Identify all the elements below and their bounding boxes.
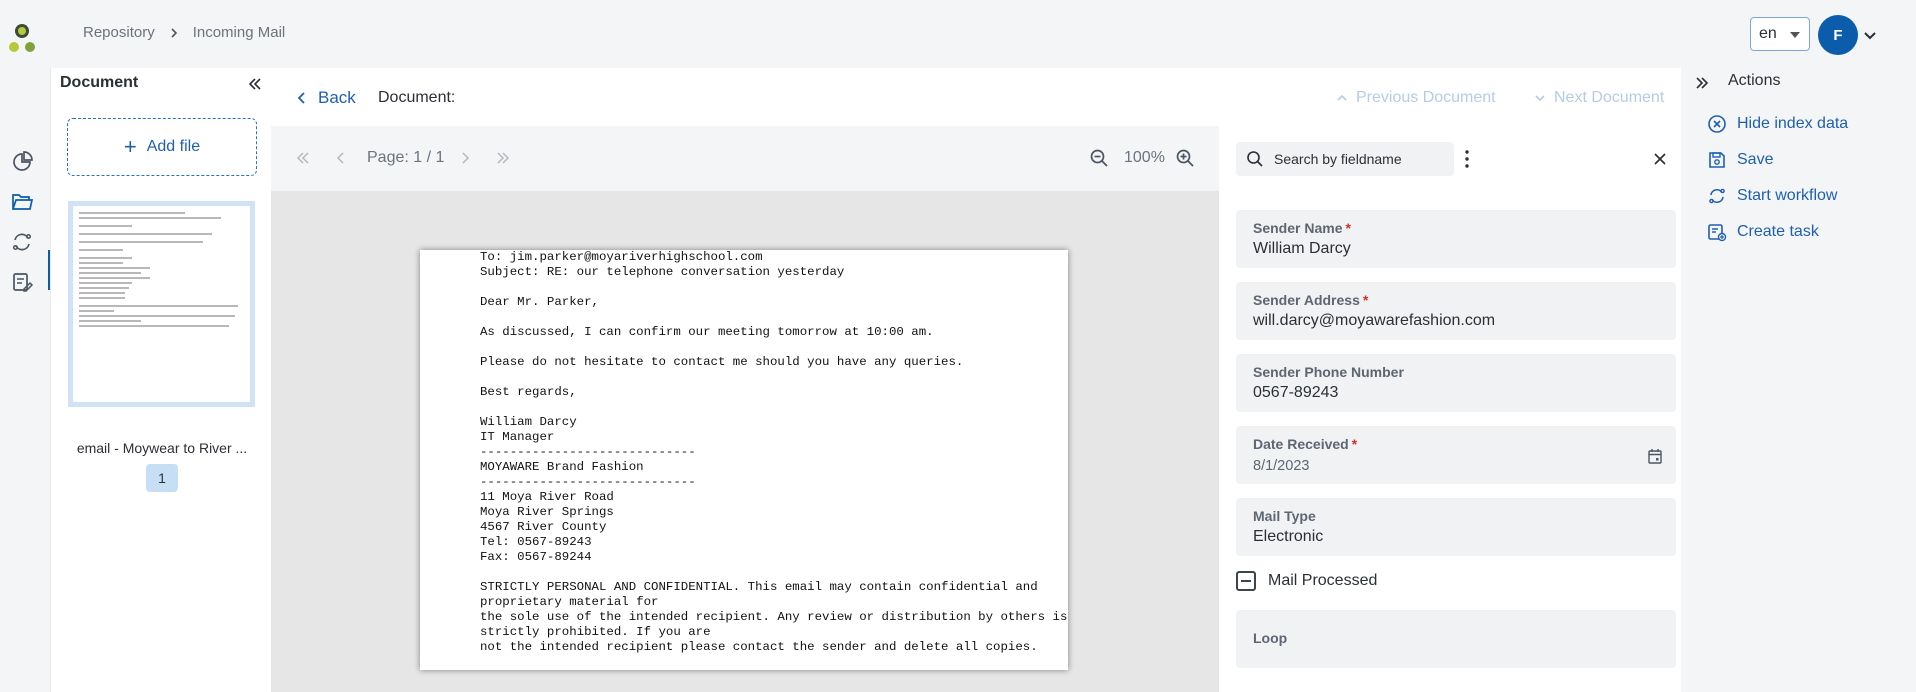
expand-right-icon[interactable] [1694, 75, 1710, 91]
indeterminate-checkbox-icon[interactable] [1236, 571, 1256, 591]
language-value: en [1759, 25, 1777, 42]
chevron-down-icon [1535, 95, 1545, 102]
field-label: Mail Type [1253, 508, 1316, 524]
loop-field[interactable]: Loop [1236, 610, 1676, 668]
previous-page-icon[interactable] [333, 150, 349, 166]
action-label: Create task [1737, 223, 1819, 240]
zoom-level: 100% [1124, 149, 1165, 166]
field-value: will.darcy@moyawarefashion.com [1253, 312, 1496, 329]
add-file-label: Add file [146, 138, 201, 155]
action-label: Save [1737, 151, 1774, 168]
mail-processed-checkbox[interactable]: Mail Processed [1236, 571, 1377, 591]
action-label: Start workflow [1737, 187, 1838, 204]
field-label: Date Received * [1253, 436, 1358, 452]
start-workflow-action[interactable]: Start workflow [1707, 186, 1837, 206]
search-icon [1247, 151, 1263, 167]
document-title-label: Document: [378, 89, 456, 106]
left-rail [0, 68, 50, 692]
calendar-icon[interactable] [1648, 448, 1662, 464]
previous-document-label: Previous Document [1356, 89, 1496, 106]
chevron-up-icon [1337, 94, 1347, 101]
document-page: To: jim.parker@moyariverhighschool.com S… [420, 250, 1068, 670]
search-placeholder: Search by fieldname [1274, 151, 1402, 167]
last-page-icon[interactable] [495, 150, 511, 166]
fieldname-search-input[interactable]: Search by fieldname [1236, 142, 1454, 176]
index-data-panel: Search by fieldname Sender Name * William… [1219, 126, 1681, 692]
zoom-out-icon[interactable] [1089, 148, 1109, 168]
workflow-cycle-icon [1709, 188, 1725, 204]
save-action[interactable]: Save [1707, 150, 1773, 170]
thumbnail-caption: email - Moywear to River ... [76, 440, 248, 456]
sync-cycle-icon[interactable] [10, 230, 34, 254]
field-label: Sender Name * [1253, 220, 1351, 236]
plus-icon: + [123, 134, 137, 159]
document-edit-icon[interactable] [10, 270, 34, 294]
action-label: Hide index data [1737, 115, 1849, 132]
breadcrumb: Repository Incoming Mail [83, 24, 285, 41]
document-viewer[interactable]: To: jim.parker@moyariverhighschool.com S… [271, 192, 1219, 692]
previous-document-button[interactable]: Previous Document [1336, 89, 1496, 107]
create-task-action[interactable]: Create task [1707, 222, 1819, 242]
caret-down-icon [1790, 32, 1800, 38]
hide-index-data-action[interactable]: Hide index data [1707, 114, 1848, 134]
chevron-right-icon [171, 27, 177, 38]
field-value: Electronic [1253, 528, 1324, 545]
next-document-label: Next Document [1554, 89, 1665, 106]
sender-phone-field[interactable]: Sender Phone Number 0567-89243 [1236, 354, 1676, 412]
page-indicator: Page: 1 / 1 [367, 149, 445, 166]
collapse-left-icon[interactable] [247, 76, 263, 92]
next-page-icon[interactable] [457, 150, 473, 166]
chevron-left-icon [297, 92, 305, 104]
pie-chart-icon[interactable] [10, 150, 34, 174]
field-label: Sender Phone Number [1253, 364, 1404, 380]
thumbnail-page-badge[interactable]: 1 [146, 464, 178, 492]
actions-title: Actions [1728, 72, 1781, 89]
field-value: William Darcy [1253, 240, 1351, 257]
breadcrumb-repository[interactable]: Repository [83, 24, 155, 41]
folder-icon[interactable] [10, 190, 34, 214]
top-bar: Repository Incoming Mail en F [0, 0, 1916, 68]
first-page-icon[interactable] [295, 150, 311, 166]
create-task-icon [1708, 224, 1727, 242]
mail-processed-label: Mail Processed [1268, 572, 1378, 589]
document-thumbnail[interactable] [68, 201, 255, 407]
field-label: Sender Address * [1253, 292, 1369, 308]
back-button[interactable]: Back [296, 88, 356, 108]
app-logo[interactable] [8, 20, 40, 54]
breadcrumb-incoming-mail[interactable]: Incoming Mail [193, 24, 286, 41]
save-floppy-icon [1709, 152, 1725, 168]
viewer-toolbar: Page: 1 / 1 100% [271, 126, 1219, 192]
hide-circle-x-icon [1708, 115, 1726, 133]
date-received-field[interactable]: Date Received * 8/1/2023 [1236, 426, 1676, 484]
sender-address-field[interactable]: Sender Address * will.darcy@moyawarefashi… [1236, 282, 1676, 340]
add-file-button[interactable]: + Add file [67, 118, 257, 176]
sender-name-field[interactable]: Sender Name * William Darcy [1236, 210, 1676, 268]
more-options-icon[interactable] [1464, 149, 1470, 169]
document-header: Back Document: Previous Document Next Do… [271, 68, 1681, 126]
back-label: Back [318, 88, 356, 107]
user-avatar[interactable]: F [1818, 15, 1858, 55]
language-select[interactable]: en [1750, 17, 1810, 51]
document-panel-title: Document [60, 74, 139, 91]
mail-type-field[interactable]: Mail Type Electronic [1236, 498, 1676, 556]
close-icon[interactable] [1653, 152, 1667, 166]
next-document-button[interactable]: Next Document [1534, 89, 1664, 107]
chevron-down-icon[interactable] [1862, 27, 1878, 43]
email-content: To: jim.parker@moyariverhighschool.com S… [480, 250, 1068, 654]
document-panel: Document + Add file email - Moywear to R… [50, 68, 271, 692]
actions-panel: Actions Hide index data Save Start workf… [1681, 68, 1916, 692]
zoom-in-icon[interactable] [1175, 148, 1195, 168]
field-value: 8/1/2023 [1253, 458, 1310, 474]
field-label: Loop [1253, 630, 1288, 646]
field-value: 0567-89243 [1253, 384, 1339, 401]
